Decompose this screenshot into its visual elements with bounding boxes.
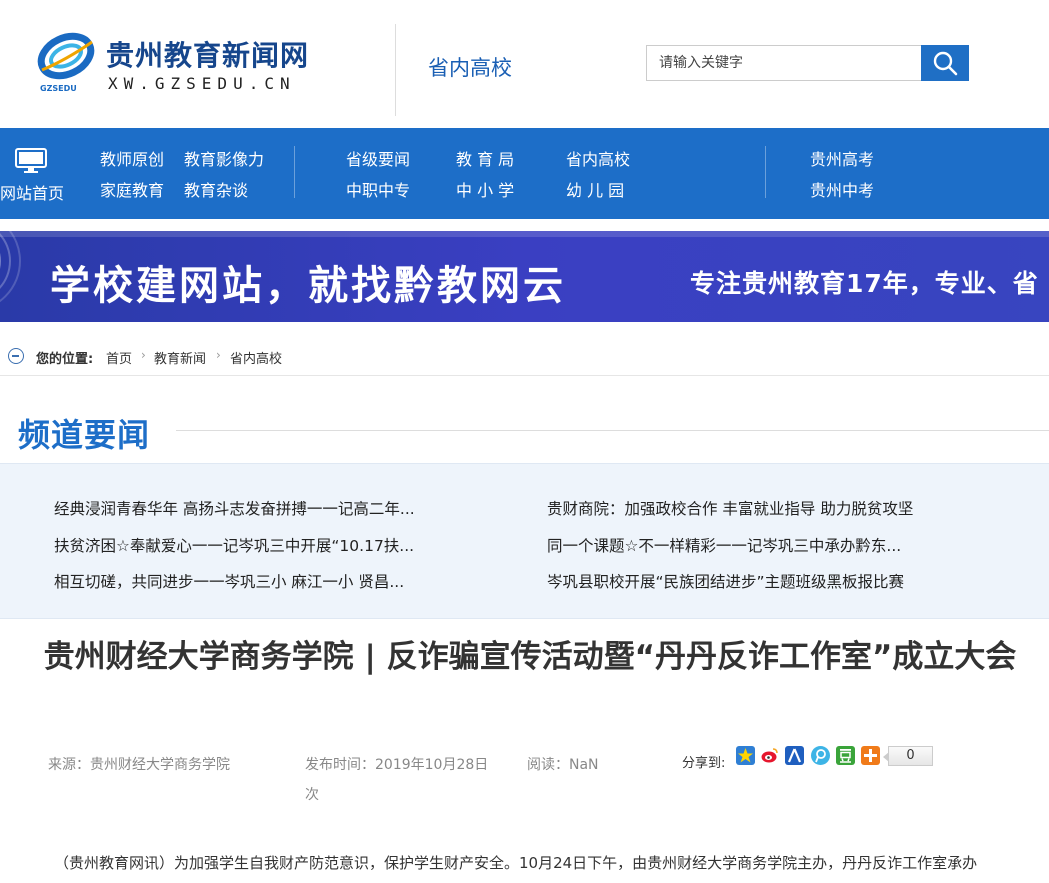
- nav-link-edu-bureau[interactable]: 教 育 局: [456, 146, 514, 170]
- nav-link-vocational[interactable]: 中职中专: [346, 177, 410, 201]
- breadcrumb-universities[interactable]: 省内高校: [230, 348, 282, 367]
- nav-link-provincial-news[interactable]: 省级要闻: [346, 146, 410, 170]
- weibo-share-icon[interactable]: [760, 746, 779, 765]
- header-divider: [395, 24, 396, 116]
- nav-home-label: 网站首页: [0, 184, 65, 203]
- article-reads-unit: 次: [305, 787, 319, 803]
- nav-link-kindergarten[interactable]: 幼 儿 园: [566, 177, 624, 201]
- search-icon: [933, 51, 958, 76]
- douban-share-icon[interactable]: [836, 746, 855, 765]
- nav-home[interactable]: 网站首页: [0, 144, 64, 204]
- breadcrumb: 您的位置: 首页 › 教育新闻 › 省内高校: [0, 336, 1049, 376]
- article-date: 发布时间：2019年10月28日: [305, 757, 489, 773]
- location-icon: [8, 348, 24, 364]
- section-title: 频道要闻: [18, 416, 151, 454]
- nav-link-family-edu[interactable]: 家庭教育: [100, 177, 164, 201]
- logo-swirl-icon: [37, 32, 95, 80]
- ad-banner[interactable]: 学校建网站，就找黔教网云 专注贵州教育17年，专业、省: [0, 231, 1049, 322]
- banner-headline: 学校建网站，就找黔教网云: [50, 263, 566, 309]
- renren-share-icon[interactable]: [785, 746, 804, 765]
- nav-link-gaokao[interactable]: 贵州高考: [810, 146, 874, 170]
- nav-link-zhongkao[interactable]: 贵州中考: [810, 177, 874, 201]
- headline-link[interactable]: 扶贫济困☆奉献爱心一一记岑巩三中开展“10.17扶...: [54, 534, 414, 556]
- nav-link-edu-image[interactable]: 教育影像力: [184, 146, 264, 170]
- banner-top-edge: [0, 231, 1049, 237]
- search-input[interactable]: [647, 46, 923, 80]
- article-reads: 阅读：NaN: [527, 757, 599, 773]
- site-logo[interactable]: GZSEDU 贵州教育新闻网 XW.GZSEDU.CN: [36, 30, 356, 100]
- headline-link[interactable]: 经典浸润青春华年 高扬斗志发奋拼搏一一记高二年...: [54, 497, 415, 519]
- nav-link-edu-talk[interactable]: 教育杂谈: [184, 177, 248, 201]
- search-box: [646, 45, 969, 81]
- article-source: 来源：贵州财经大学商务学院: [48, 757, 230, 773]
- logo-sub-text: GZSEDU: [40, 84, 77, 93]
- qzone-share-icon[interactable]: [736, 746, 755, 765]
- tencent-weibo-share-icon[interactable]: [811, 746, 830, 765]
- site-title: 贵州教育新闻网: [106, 39, 310, 72]
- nav-separator: [765, 146, 766, 198]
- headline-panel: 经典浸润青春华年 高扬斗志发奋拼搏一一记高二年... 扶贫济困☆奉献爱心一一记岑…: [0, 463, 1049, 619]
- nav-link-primary-secondary[interactable]: 中 小 学: [456, 177, 514, 201]
- share-label: 分享到:: [682, 756, 726, 771]
- share-count: 0: [883, 746, 933, 766]
- nav-link-teacher-original[interactable]: 教师原创: [100, 146, 164, 170]
- site-url: XW.GZSEDU.CN: [108, 74, 296, 93]
- breadcrumb-home[interactable]: 首页: [106, 348, 132, 367]
- headline-link[interactable]: 贵财商院：加强政校合作 丰富就业指导 助力脱贫攻坚: [547, 497, 913, 519]
- breadcrumb-edu-news[interactable]: 教育新闻: [154, 348, 206, 367]
- main-nav: 网站首页 教师原创 教育影像力 家庭教育 教育杂谈 省级要闻 教 育 局 省内高…: [0, 128, 1049, 219]
- headline-link[interactable]: 岑巩县职校开展“民族团结进步”主题班级黑板报比赛: [547, 570, 904, 592]
- monitor-icon: [15, 148, 47, 173]
- article-title: 贵州财经大学商务学院 | 反诈骗宣传活动暨“丹丹反诈工作室”成立大会: [43, 639, 1017, 675]
- search-button[interactable]: [921, 45, 969, 81]
- headline-link[interactable]: 相互切磋，共同进步一一岑巩三小 麻江一小 贤昌...: [54, 570, 404, 592]
- headline-link[interactable]: 同一个课题☆不一样精彩一一记岑巩三中承办黔东...: [547, 534, 901, 556]
- banner-subtext: 专注贵州教育17年，专业、省: [690, 269, 1039, 298]
- nav-link-universities[interactable]: 省内高校: [566, 146, 630, 170]
- article-body: （贵州教育网讯）为加强学生自我财产防范意识，保护学生财产安全。10月24日下午，…: [54, 854, 978, 872]
- breadcrumb-label: 您的位置:: [36, 352, 94, 367]
- nav-separator: [294, 146, 295, 198]
- channel-name: 省内高校: [428, 56, 512, 80]
- chevron-right-icon: ›: [141, 348, 146, 362]
- site-header: GZSEDU 贵州教育新闻网 XW.GZSEDU.CN 省内高校: [0, 0, 1049, 128]
- more-share-icon[interactable]: [861, 746, 880, 765]
- chevron-right-icon: ›: [216, 348, 221, 362]
- banner-arc-decoration: [0, 231, 21, 303]
- section-divider: [176, 430, 1049, 431]
